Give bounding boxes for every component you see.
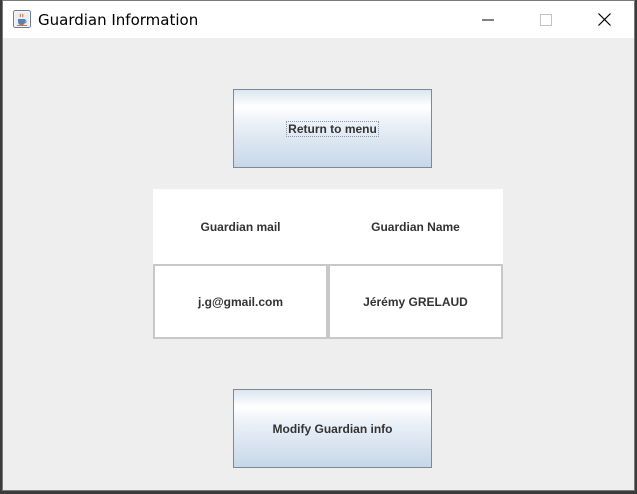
modify-guardian-info-button[interactable]: Modify Guardian info (233, 389, 432, 468)
content-panel: Return to menu Guardian mail Guardian Na… (3, 38, 634, 490)
close-button[interactable] (575, 1, 633, 38)
java-cup-icon (13, 10, 31, 28)
header-guardian-mail: Guardian mail (200, 219, 281, 234)
window-title: Guardian Information (38, 11, 199, 29)
maximize-button[interactable] (517, 1, 575, 38)
app-window: Guardian Information Return to menu Guar… (2, 0, 635, 491)
guardian-table: Guardian mail Guardian Name j.g@gmail.co… (153, 189, 503, 339)
table-header: Guardian mail Guardian Name (153, 189, 503, 264)
title-bar[interactable]: Guardian Information (3, 1, 634, 38)
header-guardian-name: Guardian Name (371, 219, 460, 234)
minimize-icon (482, 19, 494, 20)
maximize-icon (540, 13, 552, 26)
close-icon (597, 13, 611, 26)
minimize-button[interactable] (459, 1, 517, 38)
return-to-menu-label: Return to menu (286, 120, 379, 137)
return-to-menu-button[interactable]: Return to menu (233, 89, 432, 168)
cell-guardian-name[interactable]: Jérémy GRELAUD (328, 264, 503, 339)
modify-guardian-info-label: Modify Guardian info (272, 421, 393, 436)
cell-guardian-mail[interactable]: j.g@gmail.com (153, 264, 328, 339)
